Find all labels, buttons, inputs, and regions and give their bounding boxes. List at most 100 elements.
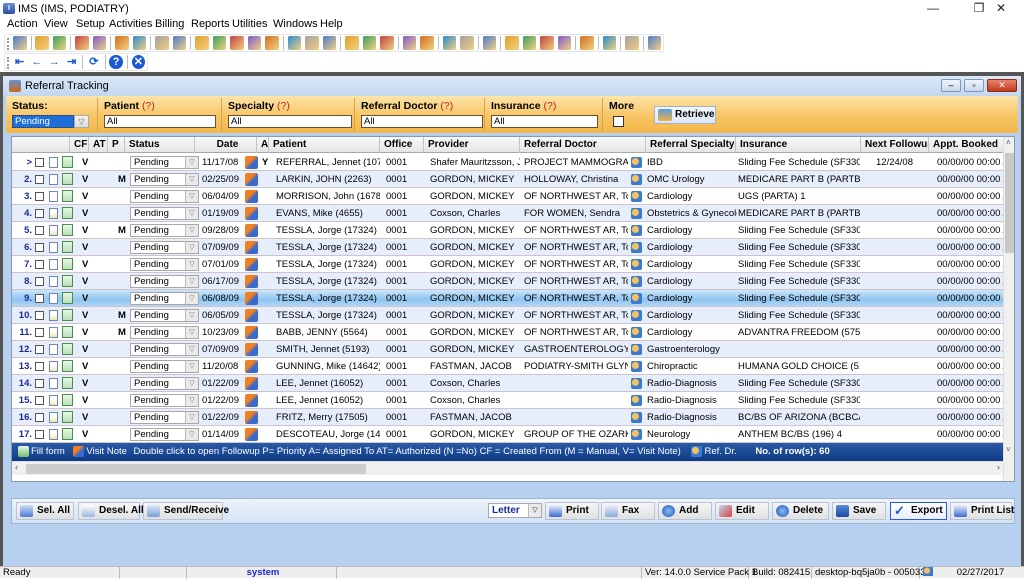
report-icon[interactable] (482, 36, 497, 50)
document-icon[interactable] (49, 361, 58, 372)
row-checkbox[interactable] (35, 396, 44, 405)
folder-user-icon[interactable] (460, 36, 474, 50)
fill-form-icon[interactable] (62, 343, 73, 355)
horizontal-scroll-thumb[interactable] (26, 464, 366, 474)
document-icon[interactable] (49, 276, 58, 287)
row-checkbox[interactable] (35, 209, 44, 218)
document-icon[interactable] (49, 395, 58, 406)
table-row[interactable]: 2. V M Pending ▽ 02/25/09 LARKIN, JOHN (2263) 0… (12, 171, 1007, 188)
menu-help[interactable]: Help (320, 18, 343, 30)
chevron-down-icon[interactable]: ▽ (185, 242, 198, 253)
chevron-down-icon[interactable]: ▽ (185, 157, 198, 168)
refresh-icon[interactable]: ⟳ (87, 55, 100, 69)
ref-dr-icon[interactable] (631, 208, 642, 219)
table-row[interactable]: 11. V M Pending ▽ 10/23/09 BABB, JENNY (5564) 0… (12, 324, 1007, 341)
help-icon[interactable] (602, 36, 617, 50)
fill-form-icon[interactable] (62, 156, 73, 168)
patient-header[interactable]: Patient (269, 137, 380, 153)
fill-form-icon[interactable] (62, 224, 73, 236)
row-checkbox[interactable] (35, 294, 44, 303)
row-checkbox[interactable] (35, 345, 44, 354)
first-icon[interactable]: ⇤ (13, 55, 26, 69)
chevron-down-icon[interactable]: ▽ (185, 395, 198, 406)
document-icon[interactable] (49, 242, 58, 253)
row-header[interactable] (12, 137, 70, 153)
chevron-down-icon[interactable]: ▽ (185, 293, 198, 304)
document-icon[interactable] (49, 310, 58, 321)
calendar-edit-icon[interactable] (402, 36, 417, 50)
scheduler-icon[interactable] (305, 36, 319, 50)
lock-icon[interactable] (625, 36, 639, 50)
visit-note-icon[interactable] (245, 173, 258, 186)
fill-form-icon[interactable] (62, 190, 73, 202)
status-header[interactable]: Status (125, 137, 195, 153)
row-checkbox[interactable] (35, 175, 44, 184)
chevron-down-icon[interactable]: ▽ (185, 310, 198, 321)
cubes-icon[interactable] (362, 36, 377, 50)
retrieve-button[interactable]: Retrieve (654, 106, 716, 124)
menu-utilities[interactable]: Utilities (232, 18, 267, 30)
vertical-scroll-thumb[interactable] (1005, 153, 1014, 253)
visit-note-icon[interactable] (245, 377, 258, 390)
table-row[interactable]: > V Pending ▽ 11/17/08 Y REFERRAL, Jennet (107… (12, 154, 1007, 171)
calendar-icon[interactable] (287, 36, 302, 50)
dollar-icon[interactable] (195, 36, 209, 50)
date-header[interactable]: Date (195, 137, 257, 153)
scroll-down-icon[interactable]: ˅ (1006, 445, 1011, 454)
transfer-icon[interactable] (522, 36, 537, 50)
office-header[interactable]: Office (380, 137, 424, 153)
dollar-circle-icon[interactable] (212, 36, 227, 50)
document-icon[interactable] (49, 344, 58, 355)
status-cell-dropdown[interactable]: Pending ▽ (130, 360, 199, 373)
delete-button[interactable]: Delete (772, 502, 829, 520)
status-cell-dropdown[interactable]: Pending ▽ (130, 156, 199, 169)
visit-note-icon[interactable] (245, 207, 258, 220)
next-icon[interactable]: → (48, 55, 61, 69)
fill-form-icon[interactable] (62, 411, 73, 423)
menu-view[interactable]: View (44, 18, 68, 30)
document-icon[interactable] (49, 208, 58, 219)
scroll-up-icon[interactable]: ˄ (1006, 138, 1011, 147)
fill-form-icon[interactable] (62, 258, 73, 270)
p-header[interactable]: P (108, 137, 125, 153)
document-icon[interactable] (49, 157, 58, 168)
insurance-help-link[interactable]: (?) (544, 100, 557, 112)
status-cell-dropdown[interactable]: Pending ▽ (130, 275, 199, 288)
toolbar-grip[interactable] (7, 38, 9, 50)
insurance-header[interactable]: Insurance (736, 137, 861, 153)
document-icon[interactable] (49, 429, 58, 440)
menu-activities[interactable]: Activities (109, 18, 152, 30)
fill-form-icon[interactable] (62, 394, 73, 406)
status-cell-dropdown[interactable]: Pending ▽ (130, 309, 199, 322)
visit-note-icon[interactable] (245, 292, 258, 305)
visit-note-icon[interactable] (245, 258, 258, 271)
report-chart-icon[interactable] (442, 36, 457, 50)
visit-note-icon[interactable] (245, 156, 258, 169)
user-check-icon[interactable] (52, 36, 67, 50)
menu-windows[interactable]: Windows (273, 18, 318, 30)
document-icon[interactable] (49, 174, 58, 185)
chevron-down-icon[interactable]: ▽ (185, 208, 198, 219)
ref-dr-icon[interactable] (631, 412, 642, 423)
row-checkbox[interactable] (35, 362, 44, 371)
specialty-input[interactable]: All (228, 115, 352, 128)
menu-action[interactable]: Action (7, 18, 38, 30)
at-header[interactable]: AT (89, 137, 108, 153)
table-row[interactable]: 15. V Pending ▽ 01/22/09 LEE, Jennet (16052) 0… (12, 392, 1007, 409)
document-icon[interactable] (49, 293, 58, 304)
ref-dr-icon[interactable] (631, 276, 642, 287)
child-minimize-button[interactable]: – (941, 79, 961, 92)
chevron-down-icon[interactable]: ▽ (185, 276, 198, 287)
row-checkbox[interactable] (35, 379, 44, 388)
status-cell-dropdown[interactable]: Pending ▽ (130, 224, 199, 237)
print-button[interactable]: Print (545, 502, 599, 520)
chart-edit-icon[interactable] (322, 36, 337, 50)
table-row[interactable]: 5. V M Pending ▽ 09/28/09 TESSLA, Jorge (17324… (12, 222, 1007, 239)
ref-dr-icon[interactable] (631, 293, 642, 304)
page-icon[interactable] (580, 36, 594, 50)
table-row[interactable]: 13. V Pending ▽ 11/20/08 GUNNING, Mike (14642… (12, 358, 1007, 375)
close-button[interactable]: ✕ (978, 0, 1024, 17)
scroll-left-icon[interactable]: ‹ (15, 462, 18, 472)
scroll-right-icon[interactable]: › (997, 462, 1000, 472)
chevron-down-icon[interactable]: ▽ (185, 378, 198, 389)
